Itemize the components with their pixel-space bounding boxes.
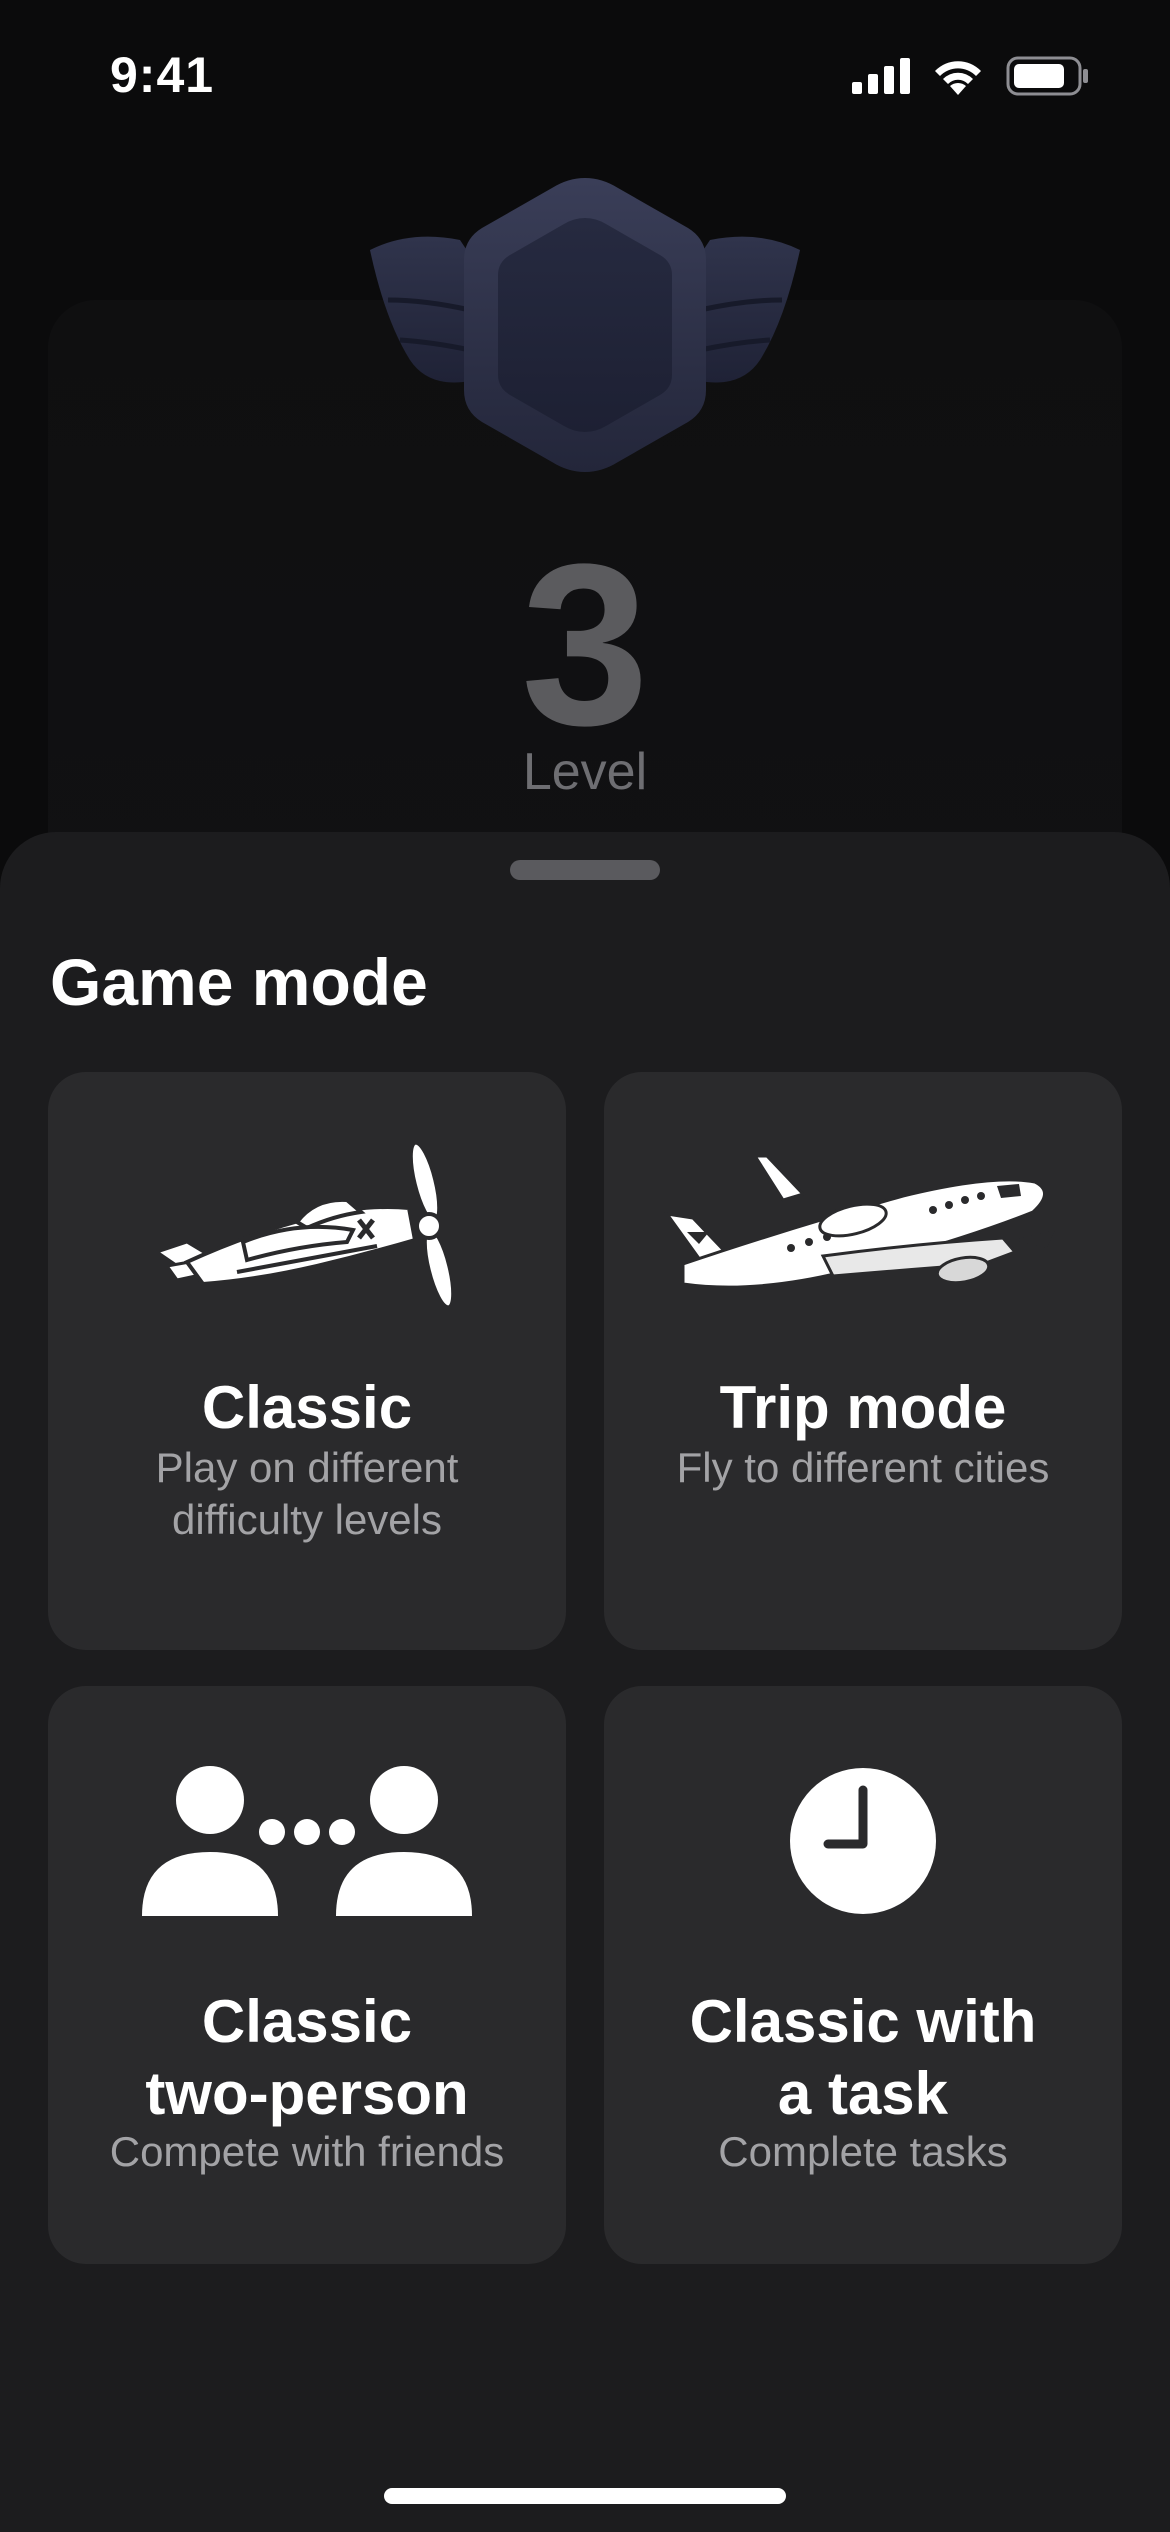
screen: 9:41 3 Level Game mode Classic Play on d… [0,0,1170,2532]
sheet-grabber[interactable] [510,860,660,880]
card-subtitle: Play on different difficulty levels [155,1444,459,1543]
level-badge-icon [370,178,800,472]
card-title: Trip mode [719,1374,1007,1441]
propeller-plane-icon [153,1142,455,1309]
card-title: Classic [201,1374,413,1441]
card-subtitle: Fly to different cities [676,1444,1050,1491]
card-title: Classic two-person [145,1988,469,2127]
battery-icon [1006,56,1088,96]
sheet-title: Game mode [50,945,428,1019]
card-title: Classic with a task [689,1988,1037,2127]
level-label: Level [522,743,648,801]
home-indicator[interactable] [384,2488,786,2504]
card-subtitle: Compete with friends [109,2128,505,2175]
game-mode-card-classic[interactable]: Classic Play on different difficulty lev… [48,1072,566,1650]
game-mode-card-two-person[interactable]: Classic two-person Compete with friends [48,1686,566,2264]
two-people-icon [142,1766,472,1916]
status-bar: 9:41 [0,0,1170,150]
game-mode-card-trip[interactable]: Trip mode Fly to different cities [604,1072,1122,1650]
wifi-icon [935,61,981,95]
card-subtitle: Complete tasks [718,2128,1008,2175]
status-time: 9:41 [110,47,215,103]
status-icons [852,56,1090,96]
game-mode-sheet: Game mode Classic Play on different diff… [0,832,1170,2532]
cellular-signal-icon [852,58,910,94]
clock-icon [790,1768,936,1914]
jet-plane-icon [663,1154,1055,1289]
game-mode-card-task[interactable]: Classic with a task Complete tasks [604,1686,1122,2264]
level-number: 3 [521,516,649,773]
